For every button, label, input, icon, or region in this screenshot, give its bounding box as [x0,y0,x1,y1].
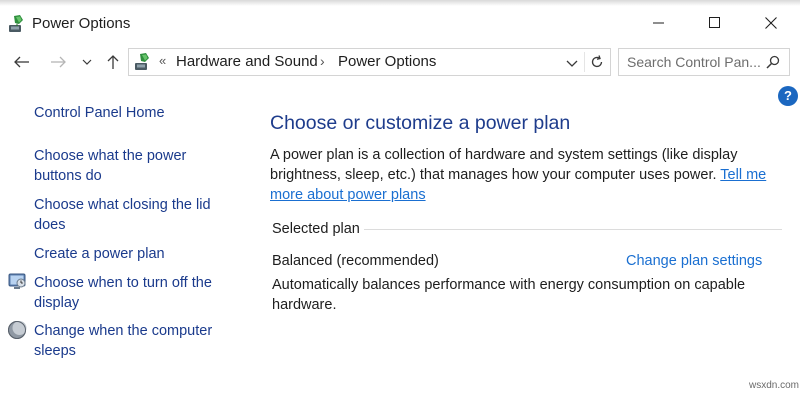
page-description: A power plan is a collection of hardware… [270,145,770,205]
sidebar-link-line: Create a power plan [34,246,165,262]
selected-plan-label: Selected plan [272,221,360,237]
navigation-bar: « Hardware and Sound › Power Options Sea… [0,42,800,82]
close-icon [765,17,777,29]
up-button[interactable] [100,49,126,75]
maximize-button[interactable] [692,6,738,40]
back-arrow-icon [14,56,29,68]
search-placeholder: Search Control Pan... [627,54,761,70]
power-options-icon [7,14,27,34]
sidebar-link-line: Choose when to turn off the [34,275,212,291]
sidebar-link-line: Choose what closing the lid [34,197,211,213]
section-divider [364,229,782,230]
watermark: wsxdn.com [749,380,800,391]
power-options-icon [133,52,153,72]
moon-sleep-icon [7,320,27,340]
refresh-button[interactable] [584,52,608,72]
plan-name: Balanced (recommended) [272,253,439,269]
minimize-button[interactable] [636,6,682,40]
search-input[interactable]: Search Control Pan... [618,48,790,76]
address-bar[interactable]: « Hardware and Sound › Power Options [128,48,611,76]
forward-button[interactable] [45,49,71,75]
sidebar-link-line: Change when the computer [34,323,213,339]
address-dropdown-button[interactable] [566,55,578,73]
breadcrumb-hardware-and-sound[interactable]: Hardware and Sound [176,53,318,70]
back-button[interactable] [9,49,35,75]
plan-description: Automatically balances performance with … [272,277,746,313]
sidebar-link-create-power-plan[interactable]: Create a power plan [34,244,224,264]
chevron-down-icon [566,60,578,67]
sidebar-link-line: display [34,295,80,311]
close-button[interactable] [748,6,794,40]
chevron-down-icon [82,59,92,65]
up-arrow-icon [107,55,119,69]
sidebar-link-line: Choose what the power [34,148,187,164]
breadcrumb-separator-icon[interactable]: › [320,53,325,69]
sidebar-link-computer-sleeps[interactable]: Change when the computer sleeps [34,321,224,361]
forward-arrow-icon [51,56,66,68]
change-plan-settings-link[interactable]: Change plan settings [626,253,762,269]
monitor-icon [7,272,27,292]
page-title: Choose or customize a power plan [270,112,571,134]
help-button[interactable]: ? [778,86,798,106]
search-icon [766,55,780,69]
sidebar-link-line: buttons do [34,168,102,184]
sidebar-link-line: sleeps [34,343,76,359]
sidebar-link-line: does [34,217,66,233]
recent-locations-button[interactable] [76,49,98,75]
description-text: A power plan is a collection of hardware… [270,147,738,183]
breadcrumb-power-options[interactable]: Power Options [338,53,436,70]
sidebar-link-turn-off-display[interactable]: Choose when to turn off the display [34,273,224,313]
refresh-icon [591,55,603,68]
sidebar-link-power-buttons[interactable]: Choose what the power buttons do [34,146,224,186]
control-panel-home-link[interactable]: Control Panel Home [34,103,224,123]
maximize-icon [709,17,720,28]
window-title: Power Options [32,15,131,32]
breadcrumb-overflow[interactable]: « [159,53,166,68]
title-bar: Power Options [0,6,800,42]
minimize-icon [653,22,664,24]
sidebar-link-closing-lid[interactable]: Choose what closing the lid does [34,195,224,235]
